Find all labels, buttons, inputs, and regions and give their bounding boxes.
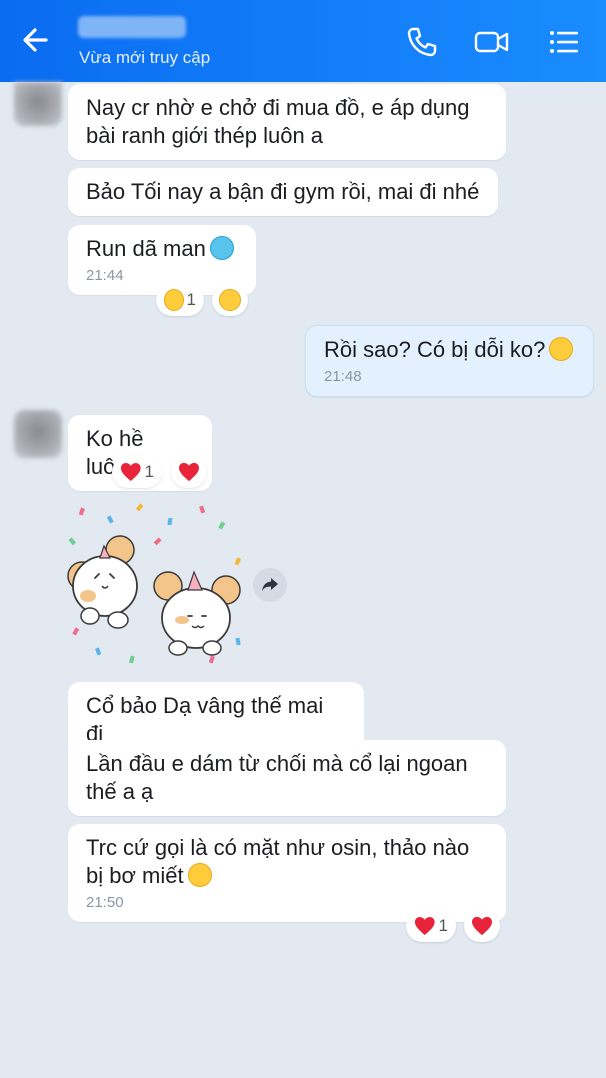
message-text: Run dã man [86, 236, 206, 261]
message-text: Lần đầu e dám từ chối mà cổ lại ngoan th… [86, 751, 468, 804]
avatar[interactable] [14, 410, 62, 458]
message-text: Rồi sao? Có bị dỗi ko? [324, 337, 546, 362]
chat-header: Vừa mới truy cập [0, 0, 606, 82]
heart-icon [472, 916, 492, 936]
message-text: Cổ bảo Dạ vâng thế mai đi [86, 693, 324, 746]
menu-list-icon[interactable] [544, 22, 584, 62]
reaction-summary[interactable]: 1 [112, 456, 162, 488]
reaction-count: 1 [186, 290, 196, 309]
back-arrow-icon[interactable] [18, 22, 54, 58]
message-text: Bảo Tối nay a bận đi gym rồi, mai đi nhé [86, 179, 480, 204]
heart-icon [414, 917, 435, 935]
message-bubble[interactable]: Bảo Tối nay a bận đi gym rồi, mai đi nhé [68, 168, 498, 216]
sweat-smile-icon [187, 863, 212, 887]
reaction-summary[interactable]: 1 [156, 284, 204, 316]
phone-call-icon[interactable] [402, 22, 442, 62]
reaction-summary[interactable]: 1 [406, 910, 456, 942]
message-time: 21:44 [86, 267, 124, 284]
message-text: Trc cứ gọi là có mặt như osin, thảo nào … [86, 835, 470, 888]
cold-face-icon [209, 236, 234, 260]
forward-arrow-icon [262, 578, 278, 592]
heart-icon [179, 462, 199, 482]
message-bubble[interactable]: Trc cứ gọi là có mặt như osin, thảo nào … [68, 824, 506, 922]
laugh-icon [219, 289, 241, 311]
celebration-sticker[interactable] [60, 498, 250, 668]
react-button[interactable] [212, 284, 248, 316]
message-text: Nay cr nhờ e chở đi mua đồ, e áp dụng bà… [86, 95, 470, 148]
heart-icon [120, 463, 141, 481]
react-button[interactable] [171, 456, 207, 488]
message-bubble[interactable]: Lần đầu e dám từ chối mà cổ lại ngoan th… [68, 740, 506, 816]
cat-character-left [67, 535, 138, 629]
contact-name-blurred[interactable] [78, 16, 186, 38]
smirk-icon [549, 337, 574, 361]
video-call-icon[interactable] [472, 22, 512, 62]
react-button[interactable] [464, 910, 500, 942]
message-time: 21:48 [324, 368, 362, 385]
message-bubble[interactable]: Nay cr nhờ e chở đi mua đồ, e áp dụng bà… [68, 84, 506, 160]
outgoing-message-bubble[interactable]: Rồi sao? Có bị dỗi ko? 21:48 [305, 325, 594, 397]
laugh-icon [164, 289, 184, 311]
avatar[interactable] [14, 82, 62, 126]
cat-character-right [153, 570, 241, 656]
reaction-count: 1 [144, 462, 154, 481]
contact-status: Vừa mới truy cập [79, 48, 211, 67]
share-forward-button[interactable] [253, 568, 287, 602]
reaction-count: 1 [438, 916, 448, 935]
